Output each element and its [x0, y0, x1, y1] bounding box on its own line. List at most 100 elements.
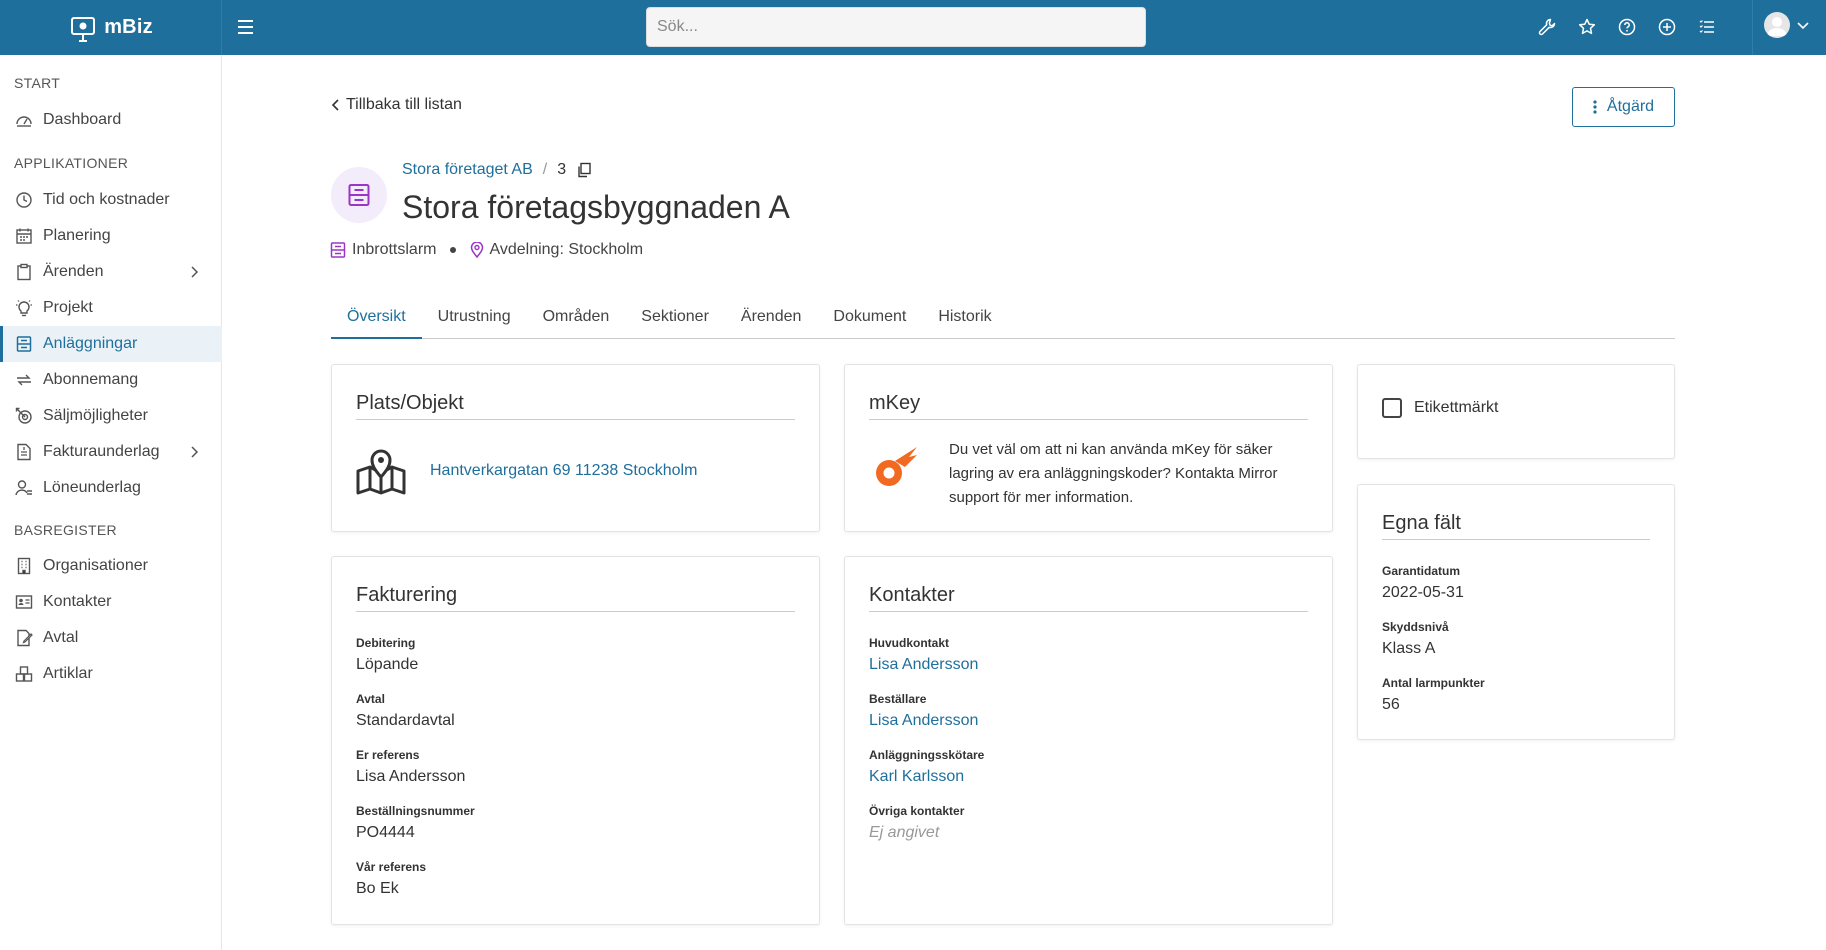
sidebar-item-label: Dashboard [43, 111, 122, 128]
field-label: Antal larmpunkter [1382, 676, 1485, 690]
topbar-divider [1752, 0, 1753, 55]
address-link[interactable]: Hantverkargatan 69 11238 Stockholm [430, 462, 697, 480]
action-label: Åtgärd [1606, 98, 1655, 115]
sidebar-item-projects[interactable]: Projekt [0, 290, 222, 326]
add-circle-icon[interactable] [1655, 14, 1679, 40]
copy-icon[interactable] [576, 162, 592, 178]
sidebar-item-label: Ärenden [43, 263, 104, 280]
field-value: PO4444 [356, 824, 415, 841]
location-pin-icon [471, 242, 484, 258]
card-title: mKey [869, 392, 1308, 420]
custom-field: Garantidatum 2022-05-31 [1382, 564, 1464, 602]
tagged-label: Etikettmärkt [1414, 399, 1499, 416]
sidebar-item-payroll[interactable]: Löneunderlag [0, 470, 222, 506]
sidebar-item-label: Artiklar [43, 665, 93, 682]
mkey-info-text: Du vet väl om att ni kan använda mKey fö… [949, 441, 1278, 506]
top-bar: mBiz [0, 0, 1826, 55]
contact-field: Övriga kontakter Ej angivet [869, 804, 964, 842]
sidebar-item-label: Abonnemang [43, 371, 139, 388]
tag-card: Etikettmärkt [1357, 364, 1675, 459]
billing-field: Avtal Standardavtal [356, 692, 455, 730]
sidebar-item-contacts[interactable]: Kontakter [0, 584, 222, 620]
tab-errands[interactable]: Ärenden [725, 302, 818, 339]
sidebar: START Dashboard APPLIKATIONER Tid och ko… [0, 55, 222, 950]
billing-field: Beställningsnummer PO4444 [356, 804, 475, 842]
cabinet-icon [330, 242, 346, 258]
sidebar-item-label: Kontakter [43, 593, 112, 610]
contact-link[interactable]: Lisa Andersson [869, 712, 978, 730]
sidebar-item-dashboard[interactable]: Dashboard [0, 102, 222, 138]
field-value: Löpande [356, 656, 419, 673]
billing-card: Fakturering Debitering Löpande Avtal Sta… [331, 556, 820, 925]
field-value: Bo Ek [356, 880, 399, 897]
sidebar-section-header: START [14, 75, 61, 91]
repeat-icon [14, 370, 34, 390]
contact-link[interactable]: Lisa Andersson [869, 656, 978, 674]
tab-history[interactable]: Historik [922, 302, 1007, 339]
clock-icon [14, 190, 34, 210]
help-icon[interactable] [1615, 14, 1639, 40]
sidebar-item-label: Planering [43, 227, 111, 244]
sidebar-item-subscriptions[interactable]: Abonnemang [0, 362, 222, 398]
list-icon[interactable] [1695, 14, 1719, 40]
breadcrumb: Stora företaget AB / 3 [402, 161, 592, 179]
facility-department: Avdelning: Stockholm [489, 241, 644, 258]
user-menu[interactable] [1764, 12, 1810, 38]
action-button[interactable]: Åtgärd [1572, 87, 1675, 127]
back-to-list-link[interactable]: Tillbaka till listan [330, 96, 462, 114]
sidebar-item-label: Tid och kostnader [43, 191, 170, 208]
contacts-card: Kontakter Huvudkontakt Lisa Andersson Be… [844, 556, 1333, 925]
facility-id: 3 [557, 161, 567, 178]
sidebar-item-articles[interactable]: Artiklar [0, 656, 222, 692]
cabinet-icon [14, 334, 34, 354]
contact-field: Anläggningsskötare Karl Karlsson [869, 748, 984, 786]
tag-checkbox-row[interactable]: Etikettmärkt [1382, 398, 1498, 418]
tab-overview[interactable]: Översikt [331, 302, 422, 339]
chevron-down-icon [1797, 22, 1809, 30]
tagged-checkbox[interactable] [1382, 398, 1402, 418]
sidebar-item-label: Projekt [43, 299, 93, 316]
calendar-icon [14, 226, 34, 246]
tab-sections[interactable]: Sektioner [625, 302, 725, 339]
sidebar-item-contracts[interactable]: Avtal [0, 620, 222, 656]
app-logo[interactable]: mBiz [0, 0, 222, 55]
billing-field: Er referens Lisa Andersson [356, 748, 465, 786]
chevron-right-icon [191, 266, 199, 278]
sidebar-item-sales[interactable]: Säljmöjligheter [0, 398, 222, 434]
tab-equipment[interactable]: Utrustning [422, 302, 527, 339]
sidebar-item-label: Organisationer [43, 557, 148, 574]
sidebar-item-label: Fakturaunderlag [43, 443, 160, 460]
field-label: Huvudkontakt [869, 636, 950, 650]
star-icon[interactable] [1575, 14, 1599, 40]
sidebar-section-header: BASREGISTER [14, 522, 117, 538]
custom-field: Antal larmpunkter 56 [1382, 676, 1485, 714]
contact-field: Huvudkontakt Lisa Andersson [869, 636, 978, 674]
tab-documents[interactable]: Dokument [817, 302, 922, 339]
sidebar-item-invoice[interactable]: Fakturaunderlag [0, 434, 222, 470]
mkey-card: mKey Du vet väl om att ni kan använda mK… [844, 364, 1333, 532]
field-label: Vår referens [356, 860, 427, 874]
menu-toggle-icon[interactable] [232, 14, 258, 40]
wrench-icon[interactable] [1535, 14, 1559, 40]
field-label: Debitering [356, 636, 416, 650]
chevron-right-icon [191, 446, 199, 458]
sidebar-item-facilities[interactable]: Anläggningar [0, 326, 222, 362]
meta-separator [450, 247, 457, 253]
chevron-left-icon [331, 99, 339, 111]
sidebar-item-planning[interactable]: Planering [0, 218, 222, 254]
breadcrumb-organisation-link[interactable]: Stora företaget AB [402, 161, 533, 179]
search-input[interactable] [646, 7, 1146, 47]
dashboard-icon [14, 110, 34, 130]
breadcrumb-separator: / [542, 161, 548, 178]
billing-field: Debitering Löpande [356, 636, 418, 674]
sidebar-item-organisations[interactable]: Organisationer [0, 548, 222, 584]
tab-areas[interactable]: Områden [527, 302, 626, 339]
sidebar-item-label: Löneunderlag [43, 479, 141, 496]
field-label: Övriga kontakter [869, 804, 965, 818]
invoice-icon [14, 442, 34, 462]
sidebar-item-errands[interactable]: Ärenden [0, 254, 222, 290]
sidebar-item-time[interactable]: Tid och kostnader [0, 182, 222, 218]
map-icon [356, 449, 406, 495]
location-card: Plats/Objekt Hantverkargatan 69 11238 St… [331, 364, 820, 532]
contact-link[interactable]: Karl Karlsson [869, 768, 984, 786]
